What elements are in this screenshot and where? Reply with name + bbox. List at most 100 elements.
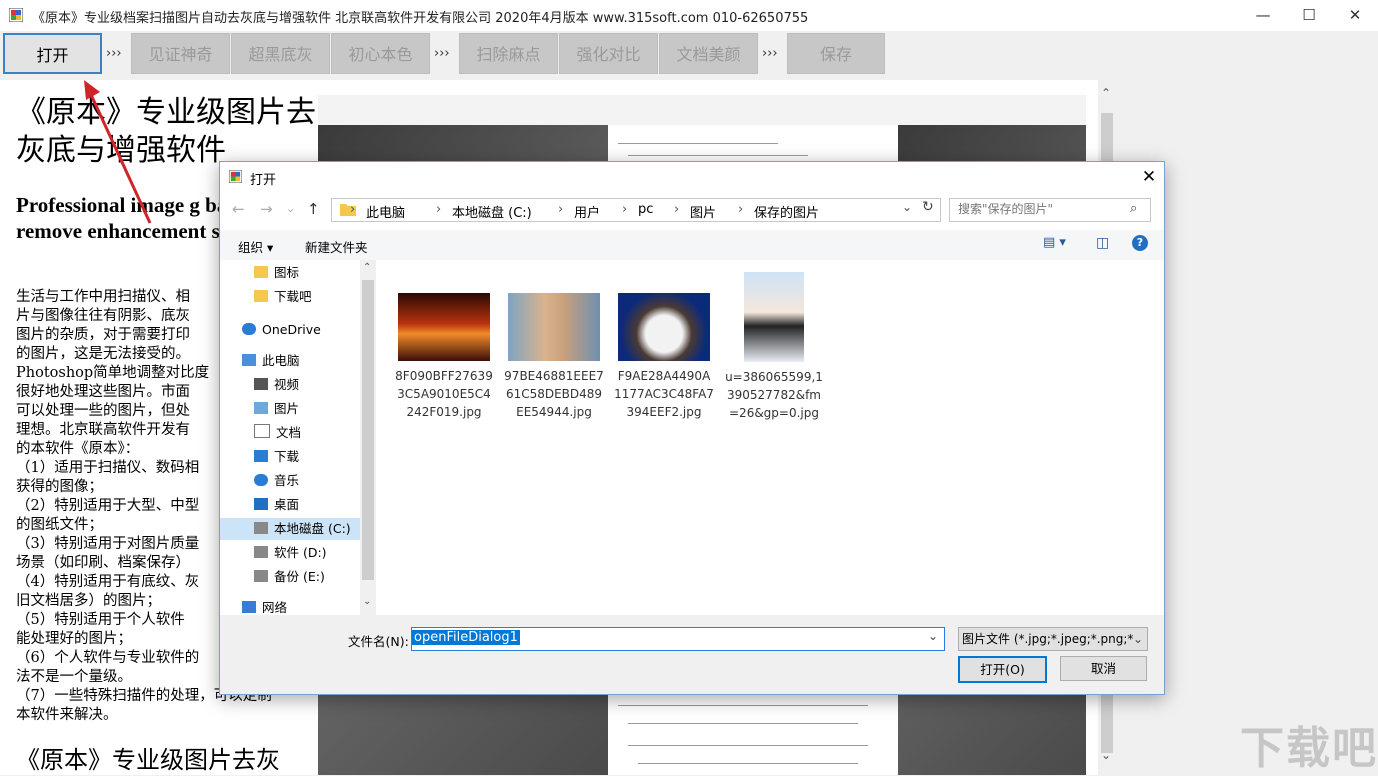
nav-item-label: 音乐 — [274, 473, 300, 488]
download-icon — [254, 450, 268, 462]
minimize-button[interactable]: — — [1240, 0, 1286, 31]
pictures-icon — [254, 402, 268, 414]
scroll-up-icon[interactable]: ⌃ — [363, 262, 371, 273]
video-icon — [254, 378, 268, 390]
close-button[interactable]: ✕ — [1332, 0, 1378, 31]
dialog-open-button[interactable]: 打开(O) — [958, 656, 1047, 683]
dialog-close-button[interactable]: ✕ — [1134, 162, 1164, 192]
dialog-bottom-bar: 文件名(N): openFileDialog1 ⌄ 图片文件 (*.jpg;*.… — [220, 615, 1164, 694]
refresh-icon[interactable]: ↻ — [922, 199, 934, 215]
file-item[interactable]: 8F090BFF276393C5A9010E5C4242F019.jpg — [394, 270, 494, 421]
nav-item-label: 网络 — [262, 600, 288, 615]
filename-input[interactable]: openFileDialog1 ⌄ — [411, 627, 945, 651]
file-item[interactable]: 97BE46881EEE761C58DEBD489EE54944.jpg — [504, 270, 604, 421]
address-dropdown-icon[interactable]: ⌄ — [902, 200, 912, 214]
nav-item[interactable]: 下载 — [220, 446, 360, 468]
filename-dropdown-icon[interactable]: ⌄ — [928, 629, 938, 643]
nav-item[interactable]: 音乐 — [220, 470, 360, 492]
filename-label: 文件名(N): — [348, 634, 409, 649]
scroll-up-icon[interactable]: ⌃ — [1101, 86, 1111, 100]
nav-item[interactable]: 网络 — [220, 597, 360, 615]
back-arrow-icon[interactable]: ← — [232, 200, 245, 218]
search-box[interactable]: ⌕ — [949, 198, 1151, 222]
file-type-filter[interactable]: 图片文件 (*.jpg;*.jpeg;*.png;*. ⌄ — [958, 627, 1148, 651]
miracle-button[interactable]: 见证神奇 — [131, 33, 230, 74]
window-title: 《原本》专业级档案扫描图片自动去灰底与增强软件 北京联高软件开发有限公司 202… — [32, 11, 809, 26]
contrast-button[interactable]: 强化对比 — [559, 33, 658, 74]
breadcrumb-item[interactable]: 保存的图片 — [754, 202, 819, 221]
file-list: 8F090BFF276393C5A9010E5C4242F019.jpg 97BE… — [376, 260, 1162, 615]
nav-item[interactable]: 桌面 — [220, 494, 360, 516]
save-button[interactable]: 保存 — [787, 33, 885, 74]
nav-item-label: 软件 (D:) — [274, 545, 327, 560]
breadcrumb-separator-icon: › — [558, 202, 564, 217]
beautify-button[interactable]: 文档美颜 — [659, 33, 758, 74]
file-name: F9AE28A4490A1177AC3C48FA7394EEF2.jpg — [614, 369, 714, 419]
preview-pane-icon[interactable]: ◫ — [1096, 235, 1109, 251]
nav-item[interactable]: 此电脑 — [220, 350, 360, 372]
nav-item[interactable]: 下载吧 — [220, 286, 360, 308]
breadcrumb-item[interactable]: 本地磁盘 (C:) — [452, 202, 532, 221]
arrow-separator: ››› — [106, 46, 122, 61]
nav-item[interactable]: 软件 (D:) — [220, 542, 360, 564]
annotation-arrow-icon — [84, 80, 152, 224]
breadcrumb-separator-icon: › — [436, 202, 442, 217]
site-watermark: 下载吧 — [1240, 723, 1378, 774]
up-folder-icon[interactable]: ↑ — [307, 200, 320, 218]
toolbar: 打开 ››› 见证神奇 超黑底灰 初心本色 ››› 扫除麻点 强化对比 文档美颜… — [0, 31, 1378, 78]
arrow-separator: ››› — [762, 46, 778, 61]
folder-icon — [254, 290, 268, 302]
navigation-pane: 图标下载吧 OneDrive 此电脑视频 图片 文档下载音乐桌面本地磁盘 (C:) 软件 … — [220, 260, 360, 615]
nav-item-label: OneDrive — [262, 322, 321, 337]
filter-dropdown-icon[interactable]: ⌄ — [1133, 628, 1144, 650]
breadcrumb-item[interactable]: 图片 — [690, 202, 716, 221]
open-button[interactable]: 打开 — [3, 33, 102, 74]
view-options-icon[interactable]: ▤ ▾ — [1043, 235, 1066, 250]
navigation-scrollbar[interactable]: ⌃ ⌄ — [360, 260, 376, 615]
drive-icon — [254, 546, 268, 558]
doc-body-line: 本软件来解决。 — [16, 707, 118, 723]
nav-item[interactable]: 图标 — [220, 262, 360, 284]
address-bar[interactable]: › 此电脑 › 本地磁盘 (C:) › 用户 › pc › 图片 › 保存的图片 ⌄ ↻ — [331, 198, 941, 222]
anime-man-thumbnail — [508, 293, 600, 361]
superblack-button[interactable]: 超黑底灰 — [231, 33, 330, 74]
title-bar: 《原本》专业级档案扫描图片自动去灰底与增强软件 北京联高软件开发有限公司 202… — [0, 0, 1378, 31]
command-bar: 组织 ▾ 新建文件夹 ▤ ▾ ◫ ? — [220, 230, 1164, 260]
scroll-down-icon[interactable]: ⌄ — [363, 596, 371, 607]
doc-heading: 《原本》专业级图片去灰底与增强软件 — [16, 95, 316, 168]
breadcrumb-item[interactable]: pc — [638, 202, 653, 217]
open-file-dialog: 打开 ✕ ← → ⌄ ↑ › 此电脑 › 本地磁盘 (C:) › 用户 › pc › 图片 › 保存的… — [219, 161, 1165, 695]
new-folder-button[interactable]: 新建文件夹 — [305, 237, 368, 256]
forward-arrow-icon[interactable]: → — [260, 200, 273, 218]
breadcrumb-item[interactable]: 此电脑 — [366, 202, 405, 221]
breadcrumb-separator-icon: › — [738, 202, 744, 217]
nav-item[interactable]: 本地磁盘 (C:) — [220, 518, 360, 540]
nav-item-label: 本地磁盘 (C:) — [274, 521, 351, 536]
nav-item[interactable]: 备份 (E:) — [220, 566, 360, 588]
search-icon: ⌕ — [1130, 201, 1138, 216]
app-window-icon — [9, 8, 23, 22]
maximize-button[interactable]: ☐ — [1286, 0, 1332, 31]
remove-spots-button[interactable]: 扫除麻点 — [459, 33, 558, 74]
file-name: u=386065599,1390527782&fm=26&gp=0.jpg — [725, 370, 823, 420]
magazine-girl-thumbnail — [744, 272, 804, 362]
nav-item-label: 下载 — [274, 449, 300, 464]
dialog-cancel-button[interactable]: 取消 — [1060, 656, 1147, 681]
navigation-scroll-thumb[interactable] — [362, 280, 374, 580]
original-color-button[interactable]: 初心本色 — [331, 33, 430, 74]
help-icon[interactable]: ? — [1132, 235, 1148, 251]
organize-menu[interactable]: 组织 ▾ — [238, 237, 273, 256]
nav-item-label: 下载吧 — [274, 289, 312, 304]
recent-locations-icon[interactable]: ⌄ — [286, 202, 295, 215]
nav-item-label: 此电脑 — [262, 353, 300, 368]
drive-icon — [254, 522, 268, 534]
file-item[interactable]: u=386065599,1390527782&fm=26&gp=0.jpg — [724, 270, 824, 422]
nav-item[interactable]: 图片 — [220, 398, 360, 420]
nav-item[interactable]: OneDrive — [220, 319, 360, 341]
file-item[interactable]: F9AE28A4490A1177AC3C48FA7394EEF2.jpg — [614, 270, 714, 421]
nav-item-label: 备份 (E:) — [274, 569, 325, 584]
breadcrumb-item[interactable]: 用户 — [574, 202, 600, 221]
search-input[interactable] — [950, 199, 1128, 219]
nav-item[interactable]: 视频 — [220, 374, 360, 396]
nav-item[interactable]: 文档 — [220, 422, 360, 444]
